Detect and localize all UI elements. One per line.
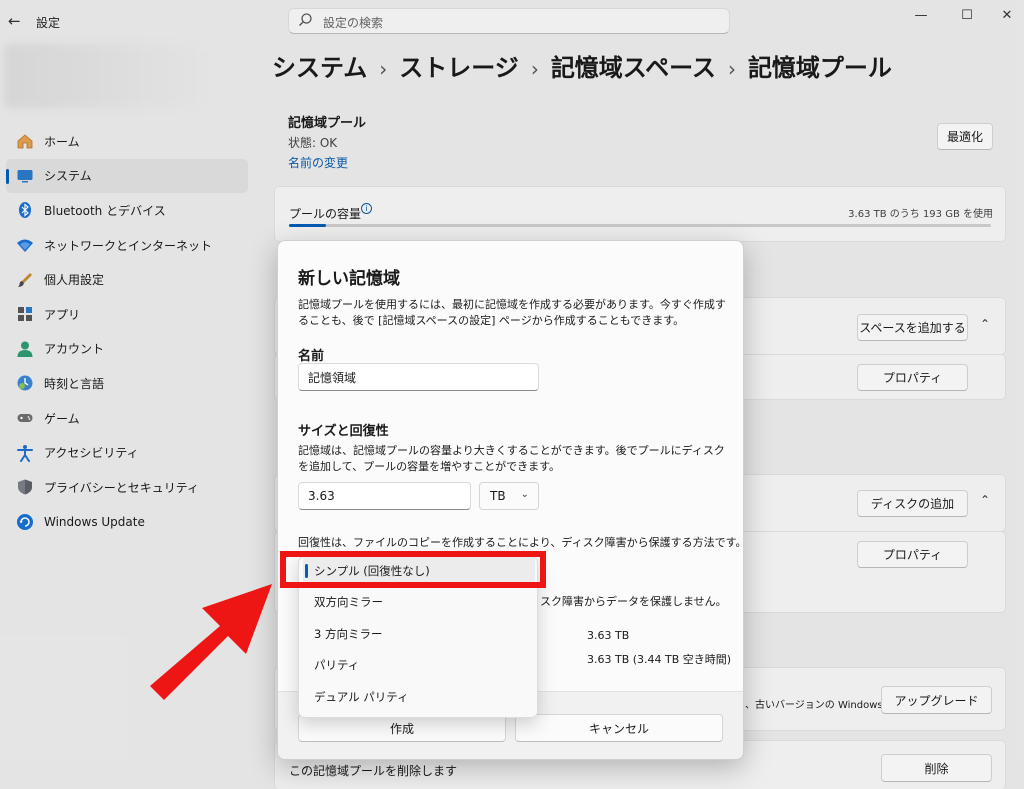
name-label: 名前 (298, 349, 325, 364)
resiliency-option-three-way-mirror[interactable]: 3 方向ミラー (303, 619, 535, 649)
chevron-down-icon: ⌄ (520, 489, 529, 500)
resiliency-option-dual-parity[interactable]: デュアル パリティ (303, 682, 535, 712)
dialog-description: 記憶域プールを使用するには、最初に記憶域を作成する必要があります。今すぐ作成する… (298, 298, 726, 327)
resiliency-option-parity[interactable]: パリティ (303, 650, 535, 680)
name-input[interactable]: 記憶領域 (298, 363, 539, 391)
annotation-arrow-icon (150, 584, 272, 700)
resiliency-description: 回復性は、ファイルのコピーを作成することにより、ディスク障害から保護する方法です… (298, 536, 744, 549)
option-label: 双方向ミラー (314, 595, 383, 609)
size-resiliency-label: サイズと回復性 (298, 424, 389, 439)
dialog-title: 新しい記憶域 (298, 269, 400, 289)
resiliency-option-two-way-mirror[interactable]: 双方向ミラー (303, 587, 535, 617)
annotation-highlight-box (280, 551, 546, 588)
size-description: 記憶域は、記憶域プールの容量より大きくすることができます。後でプールにディスクを… (298, 444, 725, 473)
option-label: 3 方向ミラー (314, 627, 383, 641)
create-button[interactable]: 作成 (298, 714, 506, 742)
size-summary-2: 3.63 TB (3.44 TB 空き時間) (587, 653, 732, 666)
size-summary-1: 3.63 TB (587, 629, 630, 642)
size-unit-value: TB (490, 489, 506, 503)
size-input[interactable]: 3.63 (298, 482, 471, 510)
option-label: デュアル パリティ (314, 690, 409, 704)
size-unit-select[interactable]: TB ⌄ (479, 482, 539, 510)
option-label: パリティ (314, 658, 360, 672)
resiliency-note: スク障害からデータを保護しません。 (540, 595, 727, 608)
cancel-button[interactable]: キャンセル (515, 714, 723, 742)
